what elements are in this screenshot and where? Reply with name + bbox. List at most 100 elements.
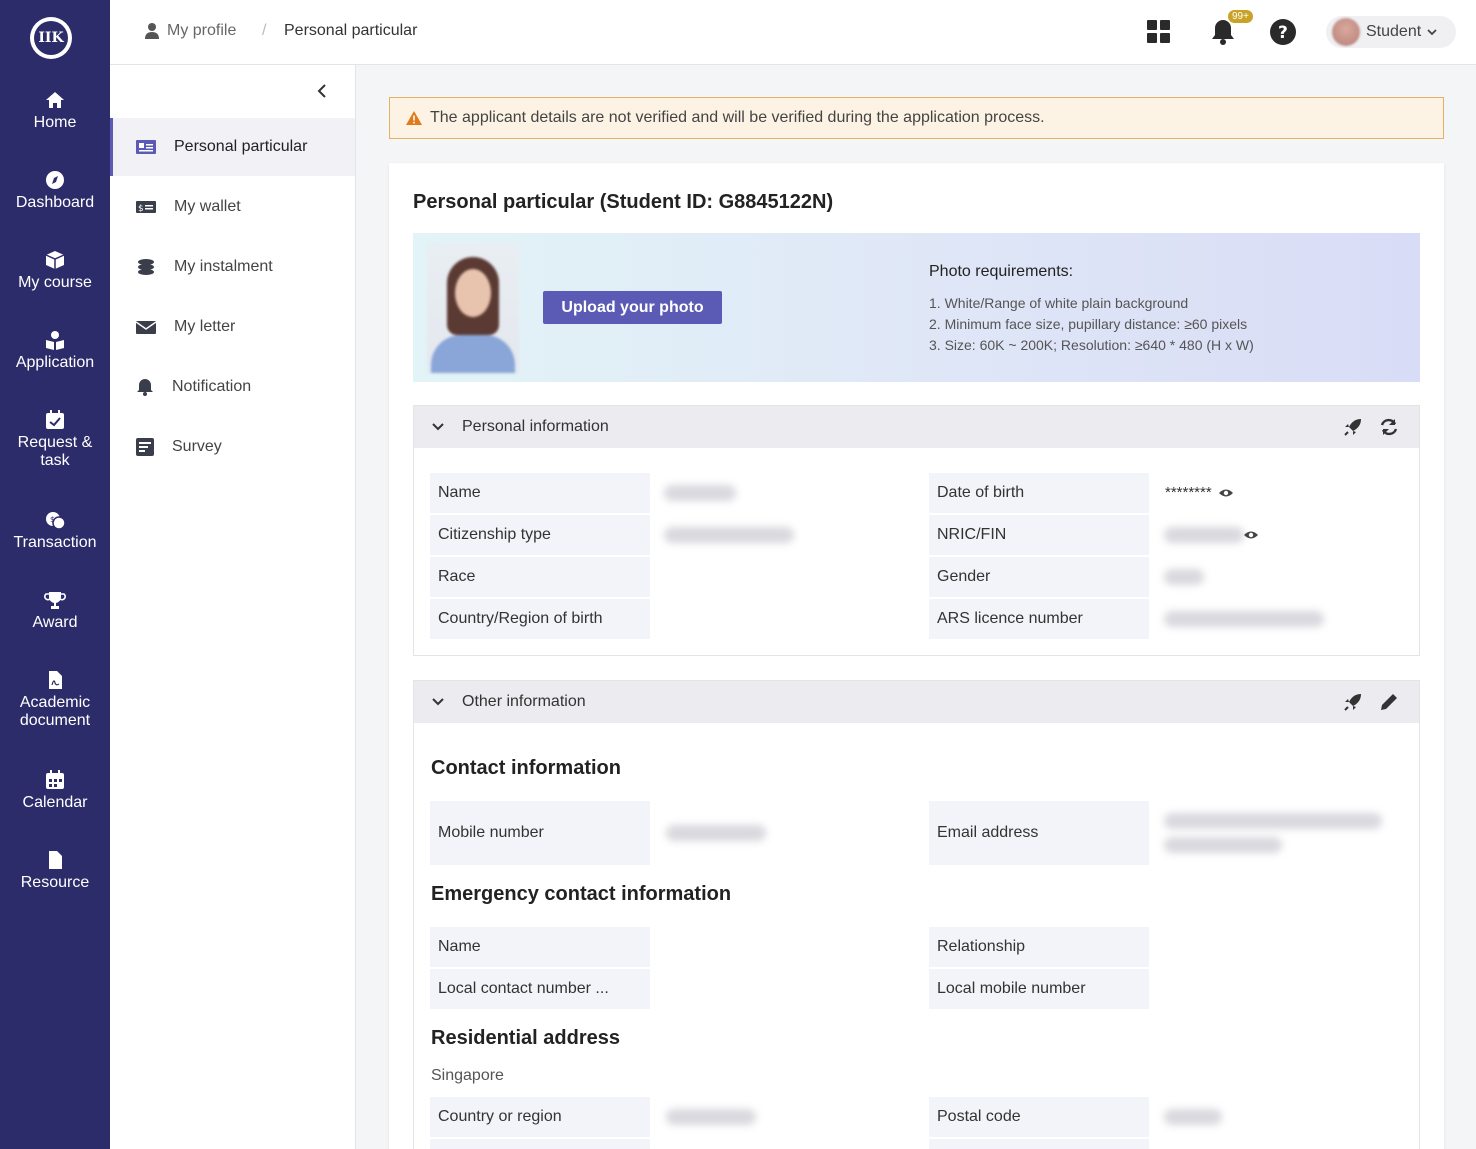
upload-photo-button[interactable]: Upload your photo (543, 291, 722, 324)
id-card-icon (136, 140, 156, 154)
country-or-region-label: Country or region (430, 1097, 650, 1137)
chevron-down-icon[interactable] (432, 698, 444, 706)
apps-grid-icon[interactable] (1147, 20, 1171, 44)
subnav-item-personal-particular[interactable]: Personal particular (110, 118, 355, 176)
rocket-icon[interactable] (1343, 417, 1363, 437)
calendar-check-icon (46, 410, 64, 429)
other-information-header[interactable]: Other information (414, 681, 1419, 723)
requirement-item: 2. Minimum face size, pupillary distance… (929, 316, 1248, 332)
left-navigation: IIK Home Dashboard My course Application… (0, 0, 110, 1149)
nav-label: Resource (20, 874, 90, 891)
email-address-value-line2 (1164, 837, 1282, 853)
wallet-icon: $ (136, 201, 156, 214)
photo-requirements-list: 1. White/Range of white plain background… (929, 293, 1254, 356)
ars-licence-label: ARS licence number (929, 599, 1149, 639)
nav-item-resource[interactable]: Resource (0, 850, 110, 892)
nav-label: Academic document (19, 694, 91, 729)
nav-label: Dashboard (15, 194, 95, 211)
envelope-icon (136, 321, 156, 334)
nav-item-calendar[interactable]: Calendar (0, 770, 110, 812)
residential-address-heading: Residential address (431, 1027, 620, 1049)
nav-item-academic-document[interactable]: Academic document (0, 670, 110, 730)
breadcrumb-separator: / (262, 22, 267, 39)
personal-information-section: Personal information Name Citizenship ty… (413, 405, 1420, 656)
university-logo[interactable]: IIK (30, 17, 72, 59)
nav-item-home[interactable]: Home (0, 90, 110, 132)
nav-item-request-task[interactable]: Request & task (0, 410, 110, 470)
nav-item-application[interactable]: Application (0, 330, 110, 372)
subnav-item-survey[interactable]: Survey (110, 418, 355, 476)
nav-item-my-course[interactable]: My course (0, 250, 110, 292)
subnav-item-my-wallet[interactable]: $ My wallet (110, 178, 355, 236)
gender-label: Gender (929, 557, 1149, 597)
user-role: Student (1366, 23, 1422, 40)
subnav-item-my-letter[interactable]: My letter (110, 298, 355, 356)
mobile-number-value (666, 825, 766, 841)
chevron-down-icon[interactable] (432, 423, 444, 431)
breadcrumb-current: Personal particular (284, 22, 418, 39)
svg-text:$: $ (50, 515, 55, 524)
requirement-item: 1. White/Range of white plain background (929, 295, 1189, 311)
user-menu[interactable]: Student (1326, 16, 1456, 48)
nav-label: Request & task (17, 434, 93, 469)
user-icon (145, 23, 159, 39)
nav-item-award[interactable]: Award (0, 590, 110, 632)
application-icon (46, 331, 64, 350)
nav-item-transaction[interactable]: $ Transaction (0, 510, 110, 552)
home-icon (46, 92, 64, 108)
postal-code-value (1164, 1109, 1222, 1125)
breadcrumb-label: My profile (167, 22, 237, 39)
eye-icon[interactable] (1243, 530, 1259, 540)
date-of-birth-value: ******** (1165, 484, 1234, 501)
photo-requirements-title: Photo requirements: (929, 263, 1074, 280)
subnav-item-notification[interactable]: Notification (110, 358, 355, 416)
nav-label: Home (33, 114, 77, 131)
survey-icon (136, 438, 154, 456)
nav-item-dashboard[interactable]: Dashboard (0, 170, 110, 212)
race-label: Race (430, 557, 650, 597)
name-value (664, 485, 736, 501)
profile-subnav: Personal particular $ My wallet My insta… (110, 65, 356, 1149)
email-address-label: Email address (929, 801, 1149, 865)
subnav-label: My instalment (174, 258, 273, 275)
country-of-birth-label: Country/Region of birth (430, 599, 650, 639)
contact-information-heading: Contact information (431, 757, 621, 779)
personal-information-header[interactable]: Personal information (414, 406, 1419, 448)
emergency-contact-heading: Emergency contact information (431, 883, 732, 905)
relationship-label: Relationship (929, 927, 1149, 967)
refresh-icon[interactable] (1379, 417, 1399, 437)
email-address-value (1164, 813, 1382, 829)
personal-particular-card: Personal particular (Student ID: G884512… (389, 163, 1444, 1149)
eye-icon[interactable] (1218, 488, 1234, 498)
calendar-icon (46, 770, 64, 789)
address-label-partial (929, 1139, 1149, 1149)
chevron-down-icon (1427, 29, 1437, 36)
breadcrumb-my-profile[interactable]: My profile (145, 22, 236, 40)
help-icon[interactable]: ? (1270, 19, 1296, 45)
subnav-item-my-instalment[interactable]: My instalment (110, 238, 355, 296)
subnav-label: My wallet (174, 198, 241, 215)
dob-masked: ******** (1165, 484, 1212, 501)
top-bar: My profile / Personal particular 99+ ? S… (110, 0, 1476, 65)
verification-alert: The applicant details are not verified a… (389, 97, 1444, 139)
document-icon (49, 851, 62, 869)
name-label: Name (430, 473, 650, 513)
subnav-label: My letter (174, 318, 236, 335)
country-or-region-value (666, 1109, 756, 1125)
collapse-chevron-icon[interactable] (317, 84, 327, 98)
avatar (1332, 18, 1360, 46)
page-title: Personal particular (Student ID: G884512… (413, 191, 834, 213)
address-label-partial (430, 1139, 650, 1149)
svg-text:?: ? (1278, 23, 1288, 43)
bell-icon (137, 379, 153, 396)
emergency-name-label: Name (430, 927, 650, 967)
logo-mark: IIK (34, 21, 68, 55)
date-of-birth-label: Date of birth (929, 473, 1149, 513)
section-title: Personal information (462, 418, 609, 435)
student-photo (427, 243, 519, 373)
pencil-icon[interactable] (1379, 692, 1399, 712)
rocket-icon[interactable] (1343, 692, 1363, 712)
nric-fin-label: NRIC/FIN (929, 515, 1149, 555)
citizenship-type-value (664, 527, 794, 543)
residential-country-text: Singapore (431, 1067, 504, 1084)
